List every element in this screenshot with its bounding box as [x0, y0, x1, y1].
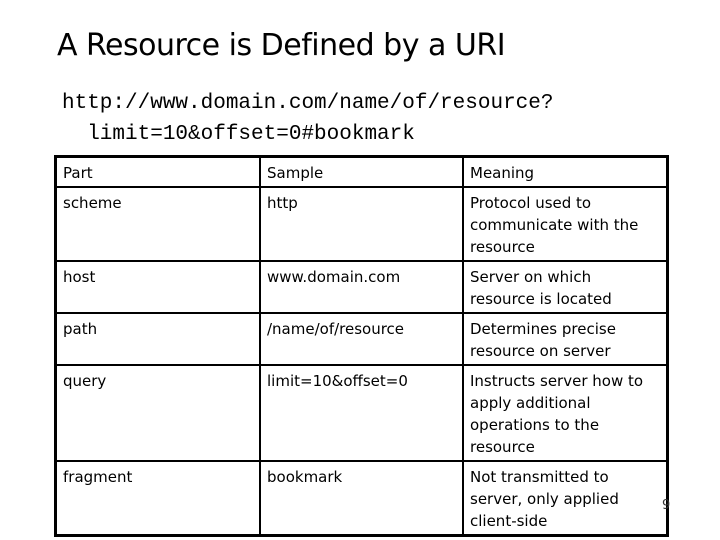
cell-part: query	[54, 364, 261, 462]
cell-part: fragment	[54, 460, 261, 537]
table-header-row: Part Sample Meaning	[54, 155, 669, 188]
table-row: scheme http Protocol used to communicate…	[54, 186, 669, 262]
cell-part: host	[54, 260, 261, 314]
cell-part: path	[54, 312, 261, 366]
cell-sample: bookmark	[259, 460, 464, 537]
header-meaning: Meaning	[462, 155, 669, 188]
table-row: query limit=10&offset=0 Instructs server…	[54, 364, 669, 462]
page-number: 9	[662, 498, 671, 513]
cell-sample: http	[259, 186, 464, 262]
cell-meaning: Server on which resource is located	[462, 260, 669, 314]
cell-sample: limit=10&offset=0	[259, 364, 464, 462]
cell-meaning: Not transmitted to server, only applied …	[462, 460, 669, 537]
table-row: fragment bookmark Not transmitted to ser…	[54, 460, 669, 537]
cell-sample: www.domain.com	[259, 260, 464, 314]
cell-meaning: Protocol used to communicate with the re…	[462, 186, 669, 262]
header-part: Part	[54, 155, 261, 188]
cell-sample: /name/of/resource	[259, 312, 464, 366]
table-row: path /name/of/resource Determines precis…	[54, 312, 669, 366]
slide-title: A Resource is Defined by a URI	[57, 28, 506, 63]
uri-parts-table: Part Sample Meaning scheme http Protocol…	[54, 155, 669, 537]
table-row: host www.domain.com Server on which reso…	[54, 260, 669, 314]
cell-meaning: Determines precise resource on server	[462, 312, 669, 366]
cell-meaning: Instructs server how to apply additional…	[462, 364, 669, 462]
uri-line-1: http://www.domain.com/name/of/resource?	[62, 92, 554, 115]
header-sample: Sample	[259, 155, 464, 188]
cell-part: scheme	[54, 186, 261, 262]
uri-line-2: limit=10&offset=0#bookmark	[62, 123, 415, 146]
example-uri: http://www.domain.com/name/of/resource? …	[62, 88, 553, 150]
